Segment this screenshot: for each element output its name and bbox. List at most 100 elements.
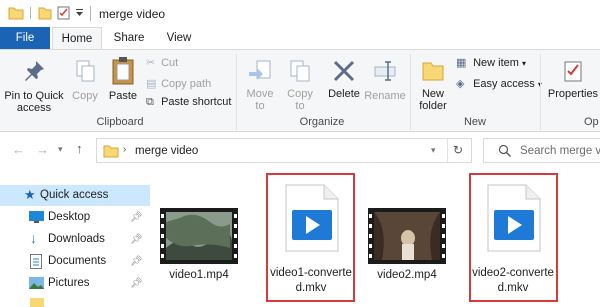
address-bar[interactable]: › merge video ▾ ↻: [96, 138, 472, 163]
move-to-button[interactable]: Move to: [242, 58, 278, 112]
paste-button[interactable]: Paste: [106, 56, 140, 102]
sidebar-item-documents[interactable]: Documents 📌︎: [0, 251, 150, 272]
organize-group-label: Organize: [299, 116, 345, 128]
checklist-icon[interactable]: [57, 6, 71, 20]
easy-access-icon: ◈: [456, 78, 465, 90]
search-input[interactable]: Search merge video: [483, 138, 600, 163]
up-arrow-icon[interactable]: ↑: [76, 141, 83, 156]
recent-dropdown-icon[interactable]: ▾: [58, 144, 63, 155]
copy-to-button[interactable]: Copy to: [282, 58, 318, 112]
new-item-label: New item: [473, 57, 519, 69]
pin-icon[interactable]: 📌︎: [130, 234, 143, 245]
address-dropdown-icon[interactable]: ▾: [431, 145, 436, 156]
properties-qa-icon[interactable]: [38, 6, 52, 20]
scissors-icon: ✂: [146, 57, 156, 69]
properties-label: Properties: [547, 88, 599, 100]
paste-shortcut-icon: ⧉: [146, 96, 154, 108]
copy-label: Copy: [72, 90, 98, 102]
new-folder-icon: [422, 62, 444, 81]
refresh-icon[interactable]: ↻: [453, 143, 463, 157]
sidebar-item-downloads[interactable]: ↓ Downloads 📌︎: [0, 229, 150, 250]
move-to-icon: [249, 60, 271, 80]
clipboard-group-label: Clipboard: [96, 116, 144, 128]
sidebar-item-label: Documents: [48, 255, 107, 267]
file-name[interactable]: video1.mp4: [156, 268, 242, 283]
file-name[interactable]: video2.mp4: [364, 268, 450, 283]
separator-icon: [30, 7, 31, 19]
sidebar-item-label: Quick access: [40, 189, 109, 201]
breadcrumb[interactable]: merge video: [135, 145, 198, 157]
move-to-label: Move to: [246, 88, 274, 112]
ribbon-tabs: File Home Share View: [0, 27, 600, 50]
rename-button[interactable]: Rename: [364, 58, 406, 102]
easy-access-label: Easy access: [473, 78, 535, 90]
new-group-label: New: [463, 116, 486, 128]
tab-file[interactable]: File: [0, 27, 50, 49]
new-folder-button[interactable]: New folder: [414, 58, 452, 112]
easy-access-button[interactable]: ◈ Easy access ▾: [456, 77, 542, 90]
video-thumbnail-icon: [368, 208, 446, 264]
file-name[interactable]: video2-converte d.mkv: [470, 266, 556, 296]
delete-x-icon: [333, 60, 355, 82]
customize-dropdown-icon[interactable]: [75, 8, 85, 18]
forward-arrow-icon[interactable]: →: [36, 142, 49, 157]
cut-label: Cut: [161, 57, 179, 69]
window-title: merge video: [99, 7, 166, 21]
folder-icon: [30, 298, 44, 307]
pin-icon[interactable]: 📌︎: [130, 212, 143, 223]
new-item-button[interactable]: ▦ New item ▾: [456, 56, 526, 69]
file-list: video1.mp4 video1-converte d.mkv video2.…: [150, 170, 600, 307]
ribbon-separator: [540, 54, 541, 130]
pin-icon[interactable]: 📌︎: [130, 256, 143, 267]
address-divider: [447, 139, 448, 162]
back-arrow-icon[interactable]: ←: [12, 142, 25, 157]
sidebar-item-quick-access[interactable]: ★ Quick access: [0, 185, 150, 206]
paste-shortcut-button[interactable]: ⧉ Paste shortcut: [146, 96, 231, 109]
tab-share[interactable]: Share: [108, 27, 150, 49]
sidebar-item-pictures[interactable]: Pictures 📌︎: [0, 273, 150, 294]
pin-icon[interactable]: 📌︎: [130, 278, 143, 289]
properties-icon: [564, 61, 582, 82]
paste-shortcut-label: Paste shortcut: [161, 96, 232, 108]
paste-icon: [112, 57, 134, 85]
file-name-line: d.mkv: [497, 282, 529, 294]
copy-to-icon: [290, 60, 310, 82]
pin-to-quick-access-button[interactable]: Pin to Quick access: [4, 58, 64, 114]
folder-icon[interactable]: [8, 6, 24, 20]
open-group-label: Op: [584, 116, 599, 128]
list-item[interactable]: [484, 184, 542, 252]
pin-label: Pin to Quick access: [4, 90, 64, 114]
delete-button[interactable]: Delete: [326, 58, 362, 100]
tab-view[interactable]: View: [158, 27, 200, 49]
list-item[interactable]: [282, 184, 340, 252]
mkv-file-icon: [487, 184, 541, 252]
navigation-pane: ★ Quick access Desktop 📌︎ ↓ Downloads 📌︎…: [0, 180, 150, 307]
properties-button[interactable]: Properties: [546, 58, 600, 100]
delete-label: Delete: [328, 88, 360, 100]
title-bar: merge video: [0, 0, 600, 27]
copy-path-label: Copy path: [161, 78, 212, 90]
file-name[interactable]: video1-converte d.mkv: [268, 266, 354, 296]
copy-icon: [76, 60, 95, 82]
sidebar-item-desktop[interactable]: Desktop 📌︎: [0, 207, 150, 228]
paste-label: Paste: [108, 90, 138, 102]
tab-home[interactable]: Home: [52, 27, 102, 50]
search-icon: [498, 144, 511, 157]
rename-label: Rename: [364, 90, 406, 102]
mkv-file-icon: [285, 184, 339, 252]
sidebar-item-label: Pictures: [48, 277, 90, 289]
new-item-icon: ▦: [456, 57, 467, 69]
breadcrumb-chevron-icon[interactable]: ›: [123, 144, 126, 155]
title-divider: [90, 6, 91, 21]
cut-button[interactable]: ✂ Cut: [146, 56, 178, 69]
ribbon-separator: [410, 54, 411, 130]
copy-path-button[interactable]: ▤ Copy path: [146, 77, 211, 90]
list-item[interactable]: [368, 208, 446, 264]
pictures-icon: [29, 277, 44, 289]
chevron-down-icon: ▾: [521, 59, 526, 68]
list-item[interactable]: [160, 208, 238, 264]
file-name-line: video2-converte: [472, 267, 554, 279]
copy-button[interactable]: Copy: [68, 58, 102, 102]
ribbon-separator: [236, 54, 237, 130]
video-thumbnail-icon: [160, 208, 238, 264]
